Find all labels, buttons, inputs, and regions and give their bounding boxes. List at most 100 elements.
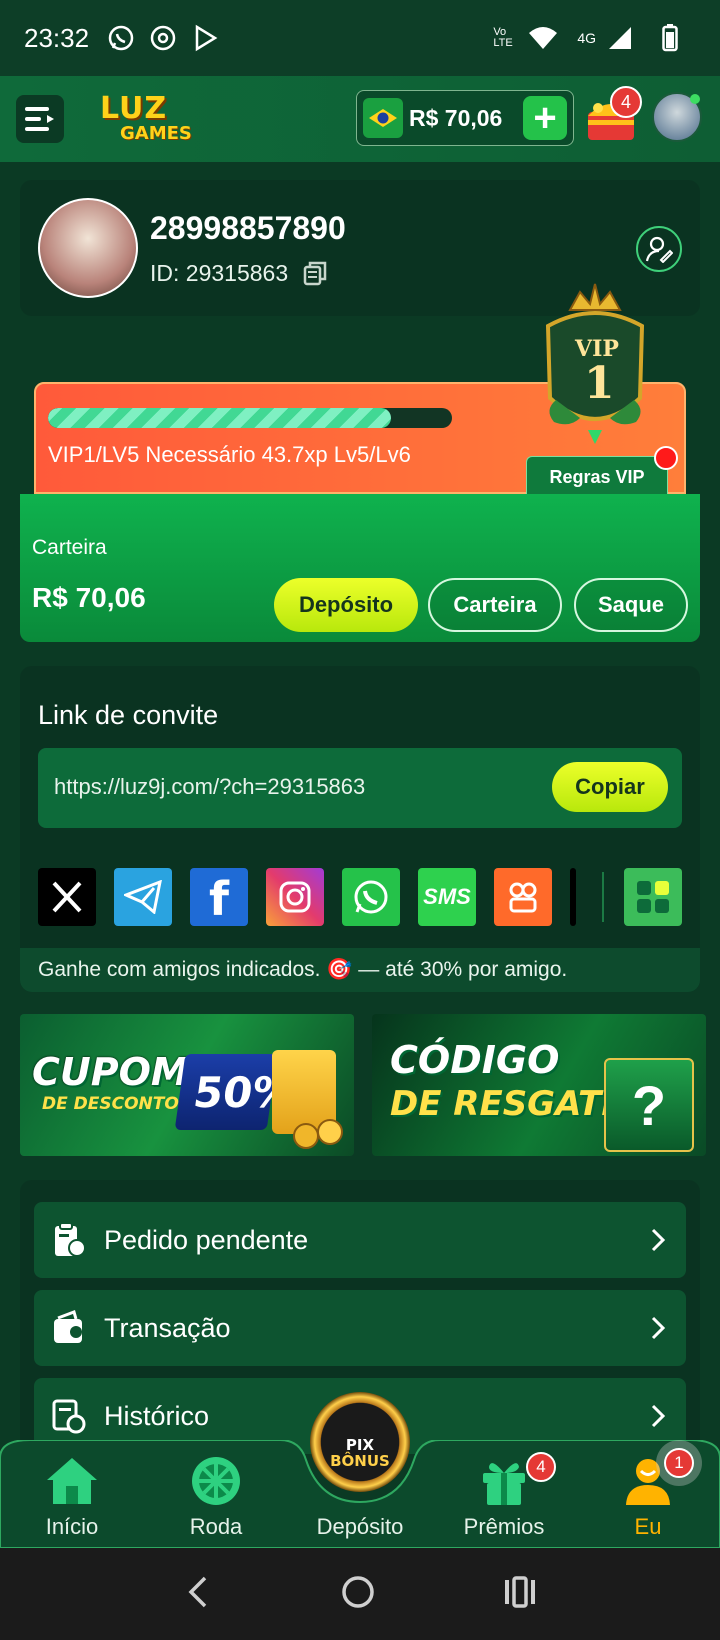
logo-text-games: GAMES [120, 123, 192, 144]
pix-bonus-button[interactable]: PIX BÔNUS [310, 1392, 410, 1492]
vip-progress-fill [48, 408, 392, 428]
sms-icon[interactable]: SMS [418, 868, 476, 926]
home-icon [12, 1454, 132, 1508]
redeem-subtitle: DE RESGATE [390, 1084, 625, 1124]
wifi-icon [527, 22, 559, 54]
chevron-right-icon [651, 1316, 666, 1340]
brazil-flag-icon [363, 98, 403, 138]
invite-link[interactable]: https://luz9j.com/?ch=29315863 [54, 774, 365, 800]
back-icon[interactable] [183, 1575, 213, 1614]
nav-label: Depósito [316, 1514, 404, 1539]
chest-badge: 4 [610, 86, 642, 118]
copy-link-button[interactable]: Copiar [552, 762, 668, 812]
nav-eu[interactable]: Eu 1 [588, 1448, 708, 1540]
luz-games-logo[interactable]: LUZ GAMES [94, 89, 214, 149]
header-avatar[interactable] [652, 92, 702, 142]
redeem-code-banner[interactable]: CÓDIGO DE RESGATE ? [372, 1014, 706, 1156]
instagram-icon[interactable] [266, 868, 324, 926]
whatsapp-icon [105, 22, 137, 54]
vip-progress-bar [48, 408, 452, 428]
nav-inicio[interactable]: Início [12, 1454, 132, 1540]
pix-bonus-icon: PIX BÔNUS [330, 1436, 390, 1470]
menu-icon [25, 107, 54, 131]
menu-item-label: Pedido pendente [104, 1224, 309, 1255]
invite-link-box: https://luz9j.com/?ch=29315863 Copiar [38, 748, 682, 828]
volte-icon: Vo LTE [493, 26, 513, 49]
premios-badge: 4 [526, 1452, 556, 1482]
nav-roda[interactable]: Roda [156, 1454, 276, 1540]
network-type: 4G [577, 30, 596, 46]
home-circle-icon[interactable] [340, 1574, 376, 1615]
pending-order-icon [55, 1222, 86, 1257]
kwai-icon[interactable] [494, 868, 552, 926]
user-id: ID: 29315863 [150, 260, 289, 286]
app-header: LUZ GAMES R$ 70,06 + 4 [0, 76, 720, 162]
username: 28998857890 [150, 210, 346, 246]
coupon-banner[interactable]: CUPOM DE DESCONTO 50% [20, 1014, 354, 1156]
wallet-label: Carteira [32, 536, 107, 559]
share-divider [602, 872, 604, 922]
history-icon [52, 1399, 86, 1434]
menu-item-pending-order[interactable]: Pedido pendente [34, 1202, 686, 1278]
play-store-icon [189, 22, 221, 54]
signal-4g-icon [604, 22, 636, 54]
invite-note: Ganhe com amigos indicados. 🎯 — até 30% … [20, 948, 700, 992]
chest-rewards-button[interactable]: 4 [584, 86, 642, 146]
nav-premios[interactable]: Prêmios 4 [444, 1452, 564, 1540]
share-icons-row: f SMS [38, 868, 682, 926]
wallet-amount: R$ 70,06 [32, 582, 146, 613]
chevron-right-icon [651, 1228, 666, 1252]
add-funds-button[interactable]: + [523, 96, 567, 140]
whatsapp-share-icon[interactable] [342, 868, 400, 926]
vip-badge-level: 1 [584, 358, 615, 409]
withdraw-button[interactable]: Saque [574, 578, 688, 632]
vip-rules-button[interactable]: Regras VIP [526, 456, 668, 498]
invite-title: Link de convite [38, 700, 219, 730]
mystery-gift-box: ? [604, 1058, 694, 1152]
deposit-button[interactable]: Depósito [274, 578, 418, 632]
eu-badge: 1 [664, 1448, 694, 1478]
nav-label-active: Eu [634, 1514, 662, 1539]
menu-button[interactable] [16, 95, 64, 143]
invite-card: Link de convite https://luz9j.com/?ch=29… [20, 666, 700, 992]
wallet-transaction-icon [54, 1310, 82, 1343]
nav-label: Prêmios [463, 1514, 545, 1539]
user-edit-icon [645, 236, 673, 263]
recents-icon[interactable] [503, 1575, 537, 1613]
edit-profile-button[interactable] [636, 226, 682, 272]
battery-icon [654, 22, 686, 54]
header-balance-amount: R$ 70,06 [409, 104, 503, 131]
bonus-label: BÔNUS [330, 1452, 390, 1470]
coupon-title: CUPOM [32, 1050, 189, 1094]
menu-item-transaction[interactable]: Transação [34, 1290, 686, 1366]
tiktok-icon[interactable] [570, 868, 576, 926]
header-balance[interactable]: R$ 70,06 + [356, 90, 574, 146]
telegram-icon[interactable] [114, 868, 172, 926]
redeem-title: CÓDIGO [390, 1038, 560, 1082]
menu-item-label: Transação [104, 1312, 231, 1343]
facebook-icon[interactable]: f [190, 868, 248, 926]
chrome-icon [147, 22, 179, 54]
wallet-button[interactable]: Carteira [428, 578, 562, 632]
vip-level-badge: VIP 1 [540, 280, 650, 450]
coupon-percent-badge: 50% [174, 1054, 298, 1130]
coupon-subtitle: DE DESCONTO [42, 1094, 179, 1114]
vip-status-text: VIP1/LV5 Necessário 43.7xp Lv5/Lv6 [48, 442, 411, 467]
logo-text-luz: LUZ [100, 91, 168, 126]
chevron-right-icon [651, 1404, 666, 1428]
android-nav-bar [0, 1548, 720, 1640]
status-time: 23:32 [24, 22, 90, 53]
coins-icon [293, 1119, 343, 1149]
profile-avatar[interactable] [38, 198, 138, 298]
wheel-icon [156, 1454, 276, 1508]
notification-dot [654, 446, 678, 470]
nav-label: Roda [189, 1514, 243, 1539]
status-right: Vo LTE 4G [493, 22, 696, 54]
x-icon[interactable] [38, 868, 96, 926]
online-dot [690, 94, 700, 104]
copy-id-icon[interactable] [302, 260, 328, 291]
more-apps-icon[interactable] [624, 868, 682, 926]
status-bar: 23:32 Vo LTE 4G [0, 0, 720, 76]
nav-label: Início [45, 1514, 99, 1539]
wallet-card: Carteira R$ 70,06 Depósito Carteira Saqu… [20, 494, 700, 642]
